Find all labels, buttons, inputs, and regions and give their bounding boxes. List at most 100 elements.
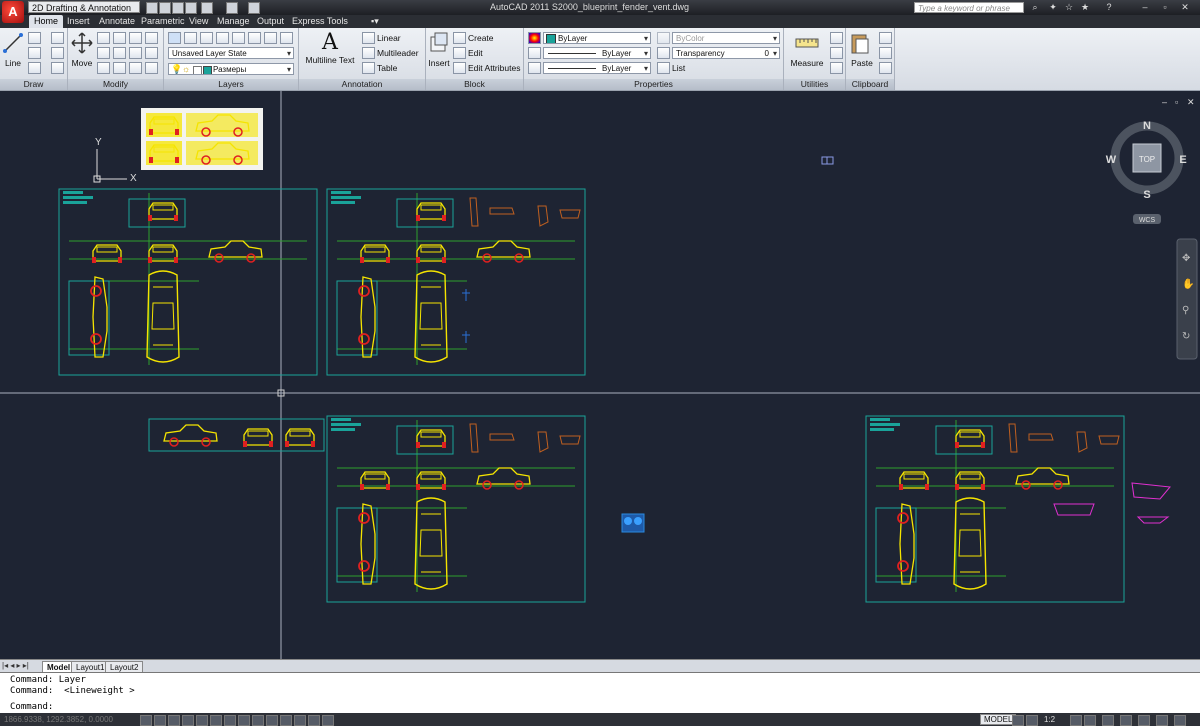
create-block-button[interactable]: Create: [468, 33, 494, 43]
create-block-icon[interactable]: [453, 32, 466, 44]
grid-display-icon[interactable]: [168, 715, 180, 726]
tab-parametric[interactable]: Parametric: [136, 15, 190, 28]
small-block[interactable]: [821, 156, 834, 165]
layer-off-icon[interactable]: [184, 32, 197, 44]
layer-previous-icon[interactable]: [264, 32, 277, 44]
layer-lock-icon[interactable]: [232, 32, 245, 44]
properties-panel-title[interactable]: Properties: [524, 79, 783, 90]
polar-tracking-icon[interactable]: [196, 715, 208, 726]
stretch-icon[interactable]: [97, 62, 110, 74]
snap-mode-icon[interactable]: [154, 715, 166, 726]
open-icon[interactable]: [159, 2, 171, 14]
layer-freeze-icon[interactable]: [216, 32, 229, 44]
insert-block-button[interactable]: Insert: [428, 31, 450, 68]
list-button[interactable]: List: [672, 63, 685, 73]
edit-block-icon[interactable]: [453, 47, 466, 59]
layer-isolate-icon[interactable]: [200, 32, 213, 44]
polyline-icon[interactable]: [28, 32, 41, 44]
navigation-bar[interactable]: ✥ ✋ ⚲ ↻: [1176, 238, 1198, 360]
blueprint-sheet-1[interactable]: [59, 189, 317, 375]
communication-icon[interactable]: ☆: [1064, 2, 1074, 12]
object-snap-tracking-icon[interactable]: [238, 715, 250, 726]
tab-output[interactable]: Output: [252, 15, 289, 28]
object-snap-icon[interactable]: [210, 715, 222, 726]
edit-attributes-button[interactable]: Edit Attributes: [468, 63, 520, 73]
infer-constraints-icon[interactable]: [140, 715, 152, 726]
annotation-panel-title[interactable]: Annotation: [299, 79, 425, 90]
layers-panel-title[interactable]: Layers: [164, 79, 298, 90]
copy-icon[interactable]: [97, 47, 110, 59]
linear-dimension-icon[interactable]: [362, 32, 375, 44]
transparency-icon[interactable]: [657, 47, 670, 59]
quick-view-layouts-icon[interactable]: [1012, 715, 1024, 726]
lineweight-dropdown[interactable]: ByLayer: [543, 62, 651, 74]
arc-icon[interactable]: [51, 32, 64, 44]
layer-state-dropdown[interactable]: Unsaved Layer State: [168, 47, 294, 59]
tab-view[interactable]: View: [184, 15, 213, 28]
maximize-icon[interactable]: ▫: [1160, 2, 1170, 12]
viewport-minimize-icon[interactable]: –: [1162, 97, 1167, 107]
edit-polyline-icon[interactable]: [145, 62, 158, 74]
redo-icon[interactable]: [226, 2, 238, 14]
command-prompt[interactable]: Command:: [10, 702, 53, 712]
clean-screen-icon[interactable]: [1174, 715, 1186, 726]
drawing-canvas[interactable]: Y X – ▫ ✕ TOP N S E W WCS ✥ ✋ ⚲ ↻: [0, 91, 1200, 659]
blueprint-sheet-4[interactable]: [866, 416, 1171, 602]
orbit-icon[interactable]: ↻: [1182, 331, 1190, 342]
blueprint-sheet-2[interactable]: [327, 189, 585, 375]
help-icon[interactable]: ?: [1104, 2, 1114, 12]
hatch-icon[interactable]: [51, 47, 64, 59]
reference-image[interactable]: [141, 108, 263, 170]
circle-icon[interactable]: [28, 47, 41, 59]
3d-object-snap-icon[interactable]: [224, 715, 236, 726]
dynamic-input-icon[interactable]: [266, 715, 278, 726]
fillet-icon[interactable]: [129, 47, 142, 59]
layer-walk-icon[interactable]: [280, 32, 293, 44]
multileader-button[interactable]: Multileader: [377, 48, 419, 58]
lineweight-icon[interactable]: [528, 62, 541, 74]
pan-icon[interactable]: ✋: [1182, 277, 1194, 290]
save-icon[interactable]: [172, 2, 184, 14]
tab-annotate[interactable]: Annotate: [94, 15, 140, 28]
status-menu-icon[interactable]: [1156, 715, 1168, 726]
dynamic-ucs-icon[interactable]: [252, 715, 264, 726]
clipboard-panel-title[interactable]: Clipboard: [846, 79, 894, 90]
isolate-objects-icon[interactable]: [1138, 715, 1150, 726]
viewport-restore-icon[interactable]: ▫: [1175, 97, 1178, 107]
select-all-icon[interactable]: [830, 47, 843, 59]
annotation-scale[interactable]: 1:2: [1044, 715, 1055, 724]
move-button[interactable]: Move: [70, 31, 94, 68]
rectangle-icon[interactable]: [51, 62, 64, 74]
layer-properties-icon[interactable]: [168, 32, 181, 44]
selection-cycling-icon[interactable]: [322, 715, 334, 726]
layer-dropdown[interactable]: 💡 ☼ Размеры: [168, 63, 294, 75]
search-input[interactable]: Type a keyword or phrase: [914, 2, 1024, 13]
erase-icon[interactable]: [129, 32, 142, 44]
draw-panel-title[interactable]: Draw: [0, 79, 67, 90]
linetype-dropdown[interactable]: ByLayer: [543, 47, 651, 59]
rotate-icon[interactable]: [97, 32, 110, 44]
tab-manage[interactable]: Manage: [212, 15, 255, 28]
explode-icon[interactable]: [145, 32, 158, 44]
table-icon[interactable]: [362, 62, 375, 74]
calculator-icon[interactable]: [830, 62, 843, 74]
multiline-text-button[interactable]: A Multiline Text: [303, 31, 357, 66]
subscription-icon[interactable]: ✦: [1048, 2, 1058, 12]
list-icon[interactable]: [657, 62, 670, 74]
table-button[interactable]: Table: [377, 63, 397, 73]
search-icon[interactable]: ⌕: [1030, 2, 1040, 12]
line-button[interactable]: Line: [2, 31, 24, 68]
tab-insert[interactable]: Insert: [62, 15, 95, 28]
close-icon[interactable]: ✕: [1180, 2, 1190, 12]
linear-button[interactable]: Linear: [377, 33, 401, 43]
block-panel-title[interactable]: Block: [426, 79, 523, 90]
color-dropdown[interactable]: ByLayer: [543, 32, 651, 44]
lineweight-toggle-icon[interactable]: [280, 715, 292, 726]
zoom-icon[interactable]: ⚲: [1182, 305, 1189, 316]
array-icon[interactable]: [129, 62, 142, 74]
scale-icon[interactable]: [113, 62, 126, 74]
ellipse-icon[interactable]: [28, 62, 41, 74]
measure-button[interactable]: Measure: [786, 31, 828, 68]
tab-navigation-icon[interactable]: |◂ ◂ ▸ ▸|: [2, 661, 29, 670]
cut-icon[interactable]: [879, 32, 892, 44]
